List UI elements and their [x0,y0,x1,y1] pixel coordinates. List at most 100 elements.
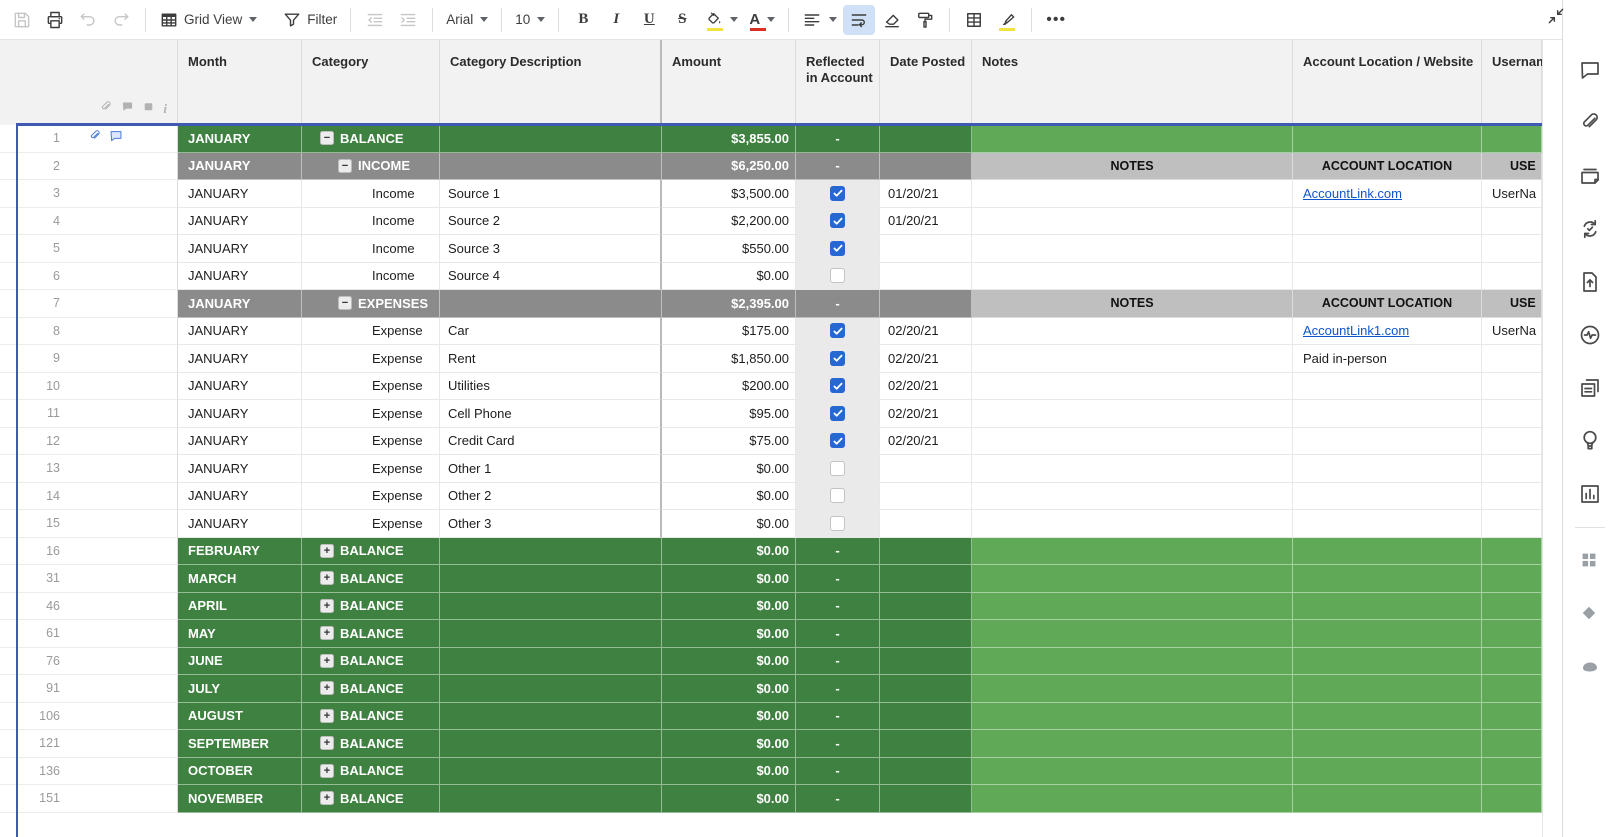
cell-username[interactable] [1482,730,1542,758]
cell-account-location[interactable] [1293,620,1482,648]
expand-toggle[interactable]: + [320,709,334,723]
cell-account-location[interactable] [1293,703,1482,731]
format-painter-button[interactable] [909,5,941,35]
cell-category-description[interactable]: Source 1 [440,180,662,208]
column-header-reflected-in-account[interactable]: Reflected in Account [796,40,880,125]
cell-month[interactable]: NOVEMBER [178,785,302,813]
expand-toggle[interactable]: + [320,544,334,558]
cell-category[interactable]: Expense [302,345,440,373]
row-number[interactable]: 91 [0,681,66,695]
cell-reflected-in-account[interactable]: - [796,153,880,181]
cell-category[interactable]: Expense [302,428,440,456]
cell-notes[interactable] [972,565,1293,593]
cell-category[interactable]: Income [302,235,440,263]
cell-date-posted[interactable] [880,263,972,291]
account-link[interactable]: AccountLink.com [1303,186,1402,201]
cell-username[interactable] [1482,758,1542,786]
row-number[interactable]: 11 [0,406,66,420]
cell-username[interactable] [1482,538,1542,566]
cell-category[interactable]: Income [302,180,440,208]
reflected-checkbox[interactable] [830,406,845,421]
borders-button[interactable] [958,5,990,35]
cell-date-posted[interactable]: 02/20/21 [880,373,972,401]
sidebar-update-requests-icon[interactable] [1578,217,1602,241]
cell-amount[interactable]: $0.00 [662,565,796,593]
expand-toggle[interactable]: + [320,654,334,668]
cell-notes[interactable] [972,400,1293,428]
filter-button[interactable]: Filter [277,5,342,35]
cell-account-location[interactable] [1293,510,1482,538]
cell-date-posted[interactable]: 01/20/21 [880,180,972,208]
cell-amount[interactable]: $6,250.00 [662,153,796,181]
cell-account-location[interactable] [1293,455,1482,483]
cell-notes[interactable]: NOTES [972,290,1293,318]
cell-account-location[interactable] [1293,125,1482,153]
expand-toggle[interactable]: + [320,681,334,695]
cell-category[interactable]: +BALANCE [302,593,440,621]
column-header-date-posted[interactable]: Date Posted [880,40,972,125]
cell-amount[interactable]: $0.00 [662,263,796,291]
sidebar-proofs-icon[interactable] [1578,164,1602,188]
cell-reflected-in-account[interactable]: - [796,730,880,758]
reflected-checkbox[interactable] [830,186,845,201]
cell-notes[interactable] [972,263,1293,291]
cell-month[interactable]: AUGUST [178,703,302,731]
cell-amount[interactable]: $1,850.00 [662,345,796,373]
cell-username[interactable] [1482,483,1542,511]
cell-amount[interactable]: $0.00 [662,758,796,786]
cell-username[interactable] [1482,400,1542,428]
cell-username[interactable] [1482,648,1542,676]
cell-date-posted[interactable] [880,593,972,621]
cell-category[interactable]: +BALANCE [302,785,440,813]
cell-notes[interactable] [972,648,1293,676]
cell-username[interactable] [1482,235,1542,263]
cell-amount[interactable]: $550.00 [662,235,796,263]
cell-amount[interactable]: $0.00 [662,538,796,566]
cell-account-location[interactable] [1293,675,1482,703]
row-number[interactable]: 136 [0,764,66,778]
cell-category[interactable]: −EXPENSES [302,290,440,318]
cell-month[interactable]: JUNE [178,648,302,676]
save-button[interactable] [6,5,38,35]
align-button[interactable] [797,5,842,35]
cell-notes[interactable] [972,785,1293,813]
cell-category[interactable]: Income [302,208,440,236]
cell-notes[interactable] [972,675,1293,703]
cell-category-description[interactable]: Other 1 [440,455,662,483]
cell-category[interactable]: +BALANCE [302,703,440,731]
cell-reflected-in-account[interactable]: - [796,290,880,318]
cell-notes[interactable] [972,758,1293,786]
cell-notes[interactable] [972,373,1293,401]
cell-amount[interactable]: $0.00 [662,510,796,538]
cell-date-posted[interactable] [880,565,972,593]
cell-account-location[interactable] [1293,208,1482,236]
cell-username[interactable]: UserNa [1482,318,1542,346]
cell-reflected-in-account[interactable] [796,208,880,236]
cell-month[interactable]: JANUARY [178,180,302,208]
reflected-checkbox[interactable] [830,268,845,283]
cell-category-description[interactable]: Source 3 [440,235,662,263]
row-number[interactable]: 16 [0,544,66,558]
redo-button[interactable] [105,5,137,35]
cell-date-posted[interactable]: 02/20/21 [880,400,972,428]
cell-notes[interactable] [972,620,1293,648]
cell-notes[interactable] [972,455,1293,483]
clear-format-button[interactable] [876,5,908,35]
cell-account-location[interactable] [1293,483,1482,511]
cell-username[interactable] [1482,703,1542,731]
cell-amount[interactable]: $0.00 [662,730,796,758]
cell-date-posted[interactable] [880,675,972,703]
cell-notes[interactable] [972,593,1293,621]
cell-month[interactable]: JANUARY [178,345,302,373]
cell-category-description[interactable] [440,675,662,703]
row-number[interactable]: 15 [0,516,66,530]
cell-reflected-in-account[interactable]: - [796,675,880,703]
expand-toggle[interactable]: + [320,764,334,778]
cell-category-description[interactable] [440,785,662,813]
cell-username[interactable] [1482,675,1542,703]
cell-account-location[interactable] [1293,565,1482,593]
cell-month[interactable]: JANUARY [178,153,302,181]
reflected-checkbox[interactable] [830,351,845,366]
cell-category[interactable]: Expense [302,373,440,401]
cell-notes[interactable] [972,345,1293,373]
